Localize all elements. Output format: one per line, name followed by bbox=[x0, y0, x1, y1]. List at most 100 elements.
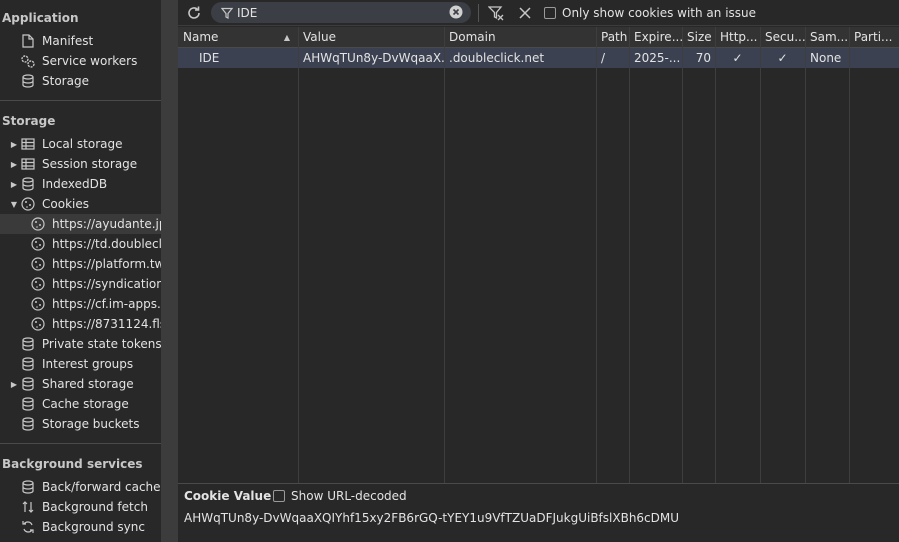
column-header-path[interactable]: Path bbox=[596, 27, 629, 48]
column-divider[interactable] bbox=[682, 27, 683, 483]
sidebar-item-cache-storage[interactable]: Cache storage bbox=[0, 394, 161, 414]
cookie-origin-item[interactable]: https://ayudante.jp bbox=[0, 214, 161, 234]
filter-input[interactable] bbox=[237, 5, 437, 20]
cookie-origin-item[interactable]: https://8731124.fls.doubleclick.net bbox=[0, 314, 161, 334]
toolbar: Only show cookies with an issue bbox=[178, 0, 899, 26]
section-title-application: Application bbox=[2, 11, 79, 25]
section-divider bbox=[0, 443, 161, 444]
sidebar-item-indexeddb[interactable]: ▶ IndexedDB bbox=[0, 174, 161, 194]
up-down-arrows-icon bbox=[20, 499, 36, 515]
cell-samesite: None bbox=[810, 51, 842, 65]
column-divider[interactable] bbox=[849, 27, 850, 483]
sidebar-item-session-storage[interactable]: ▶ Session storage bbox=[0, 154, 161, 174]
sidebar-item-private-state-tokens[interactable]: Private state tokens bbox=[0, 334, 161, 354]
column-divider[interactable] bbox=[596, 27, 597, 483]
sidebar-item-storage[interactable]: Storage bbox=[0, 71, 161, 91]
expand-arrow-icon[interactable]: ▶ bbox=[8, 160, 20, 169]
sidebar-item-shared-storage[interactable]: ▶ Shared storage bbox=[0, 374, 161, 394]
sidebar-item-back-forward-cache[interactable]: Back/forward cache bbox=[0, 477, 161, 497]
checkbox[interactable] bbox=[544, 7, 556, 19]
sidebar-item-cookies[interactable]: ▼ Cookies bbox=[0, 194, 161, 214]
cookie-origin-item[interactable]: https://cf.im-apps.net bbox=[0, 294, 161, 314]
section-title-storage: Storage bbox=[2, 114, 56, 128]
cookie-value-title: Cookie Value bbox=[184, 489, 272, 503]
column-header-httponly[interactable]: Http... bbox=[715, 27, 760, 48]
table-icon bbox=[20, 136, 36, 152]
column-divider[interactable] bbox=[444, 27, 445, 483]
cookies-panel: Only show cookies with an issue Name ▲ V… bbox=[178, 0, 899, 542]
close-icon bbox=[519, 7, 531, 19]
cookie-icon bbox=[30, 256, 46, 272]
refresh-button[interactable] bbox=[183, 2, 205, 24]
sidebar-item-storage-buckets[interactable]: Storage buckets bbox=[0, 414, 161, 434]
toolbar-divider bbox=[478, 4, 479, 22]
cookie-value-text[interactable]: AHWqTUn8y-DvWqaaXQIYhf15xy2FB6rGQ-tYEY1u… bbox=[184, 511, 679, 525]
expand-arrow-icon[interactable]: ▶ bbox=[8, 380, 20, 389]
cookie-icon bbox=[30, 316, 46, 332]
column-divider[interactable] bbox=[715, 27, 716, 483]
cell-domain: .doubleclick.net bbox=[449, 51, 545, 65]
cookie-icon bbox=[30, 216, 46, 232]
sidebar-item-manifest[interactable]: Manifest bbox=[0, 31, 161, 51]
column-header-name[interactable]: Name ▲ bbox=[178, 27, 298, 48]
cell-secure: ✓ bbox=[777, 51, 788, 65]
column-header-partition-key[interactable]: Parti... bbox=[849, 27, 899, 48]
clear-filter-button[interactable] bbox=[449, 5, 463, 19]
gears-icon bbox=[20, 53, 36, 69]
only-issues-checkbox[interactable]: Only show cookies with an issue bbox=[544, 6, 756, 20]
clear-all-cookies-button[interactable] bbox=[514, 2, 536, 24]
database-icon bbox=[20, 73, 36, 89]
cookie-origin-item[interactable]: https://platform.twitter.com bbox=[0, 254, 161, 274]
column-header-size[interactable]: Size bbox=[682, 27, 715, 48]
refresh-icon bbox=[188, 6, 200, 19]
sidebar-splitter[interactable] bbox=[161, 0, 178, 542]
checkbox[interactable] bbox=[273, 490, 285, 502]
expand-arrow-icon[interactable]: ▶ bbox=[8, 180, 20, 189]
sidebar-item-local-storage[interactable]: ▶ Local storage bbox=[0, 134, 161, 154]
column-header-secure[interactable]: Secu... bbox=[760, 27, 805, 48]
column-header-domain[interactable]: Domain bbox=[444, 27, 596, 48]
section-title-background-services: Background services bbox=[2, 457, 143, 471]
show-url-decoded-label: Show URL-decoded bbox=[291, 489, 407, 503]
cookie-icon bbox=[30, 296, 46, 312]
collapse-arrow-icon[interactable]: ▼ bbox=[8, 200, 20, 209]
only-issues-label: Only show cookies with an issue bbox=[562, 6, 757, 20]
section-divider bbox=[0, 100, 161, 101]
sort-ascending-icon: ▲ bbox=[283, 33, 290, 42]
column-divider[interactable] bbox=[298, 27, 299, 483]
cookies-table: Name ▲ Value Domain Path Expire... Size … bbox=[178, 27, 899, 483]
sidebar-item-service-workers[interactable]: Service workers bbox=[0, 51, 161, 71]
database-icon bbox=[20, 176, 36, 192]
filter-icon bbox=[221, 7, 233, 19]
table-icon bbox=[20, 156, 36, 172]
column-divider[interactable] bbox=[805, 27, 806, 483]
cookie-origin-item[interactable]: https://td.doubleclick.net bbox=[0, 234, 161, 254]
column-divider[interactable] bbox=[760, 27, 761, 483]
sidebar-item-background-sync[interactable]: Background sync bbox=[0, 517, 161, 537]
clear-filtered-cookies-button[interactable] bbox=[485, 2, 507, 24]
column-header-samesite[interactable]: Sam... bbox=[805, 27, 849, 48]
sidebar-item-background-fetch[interactable]: Background fetch bbox=[0, 497, 161, 517]
column-header-expires[interactable]: Expire... bbox=[629, 27, 682, 48]
cookie-icon bbox=[30, 276, 46, 292]
filter-box[interactable] bbox=[211, 2, 471, 23]
sidebar: Application Manifest Service workers Sto… bbox=[0, 0, 161, 542]
cell-httponly: ✓ bbox=[732, 51, 743, 65]
cell-name: IDE bbox=[199, 51, 220, 65]
document-icon bbox=[20, 33, 36, 49]
sidebar-item-interest-groups[interactable]: Interest groups bbox=[0, 354, 161, 374]
show-url-decoded-checkbox[interactable]: Show URL-decoded bbox=[273, 489, 407, 503]
column-header-value[interactable]: Value bbox=[298, 27, 444, 48]
cell-path: / bbox=[601, 51, 606, 65]
database-icon bbox=[20, 336, 36, 352]
database-icon bbox=[20, 416, 36, 432]
filter-clear-icon bbox=[488, 6, 504, 21]
database-icon bbox=[20, 396, 36, 412]
cookie-value-panel: Cookie Value Show URL-decoded AHWqTUn8y-… bbox=[178, 483, 899, 542]
sync-icon bbox=[20, 519, 36, 535]
cookie-icon bbox=[30, 236, 46, 252]
cookie-origin-item[interactable]: https://syndication.twitter.com bbox=[0, 274, 161, 294]
database-icon bbox=[20, 376, 36, 392]
column-divider[interactable] bbox=[629, 27, 630, 483]
expand-arrow-icon[interactable]: ▶ bbox=[8, 140, 20, 149]
